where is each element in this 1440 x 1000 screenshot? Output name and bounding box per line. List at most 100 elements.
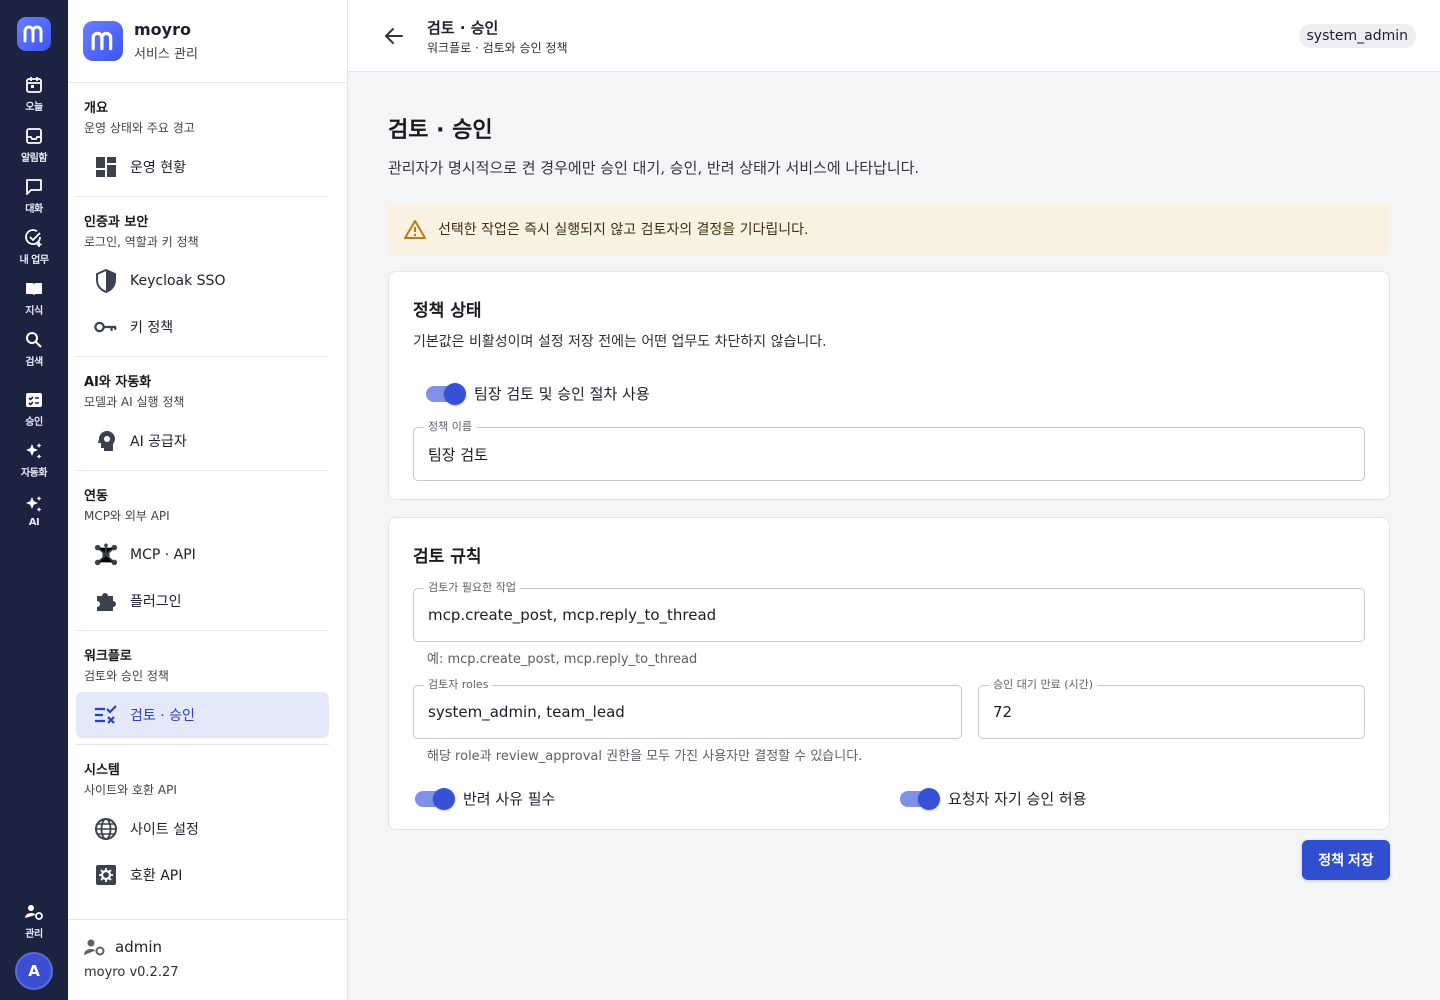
rail-item-admin[interactable]: 관리 <box>0 895 68 946</box>
sidebar-item-compat-api[interactable]: 호환 API <box>76 852 329 898</box>
sparkle-icon <box>26 442 42 459</box>
field-label: 정책 이름 <box>424 420 476 434</box>
rail-item-knowledge[interactable]: 지식 <box>0 272 68 323</box>
nav-section-auth: 인증과 보안 로그인, 역할과 키 정책 Keycloak SSO 키 정책 <box>76 197 329 357</box>
warning-alert-text: 선택한 작업은 즉시 실행되지 않고 검토자의 결정을 기다립니다. <box>438 222 809 238</box>
nav-section-desc: 운영 상태와 주요 경고 <box>84 121 195 135</box>
sidebar-item-site-settings[interactable]: 사이트 설정 <box>76 806 329 852</box>
task-check-icon <box>25 228 42 247</box>
field-hint: 예: mcp.create_post, mcp.reply_to_thread <box>427 652 698 667</box>
rail-item-today[interactable]: 오늘 <box>0 68 68 119</box>
nav-section-title: AI와 자동화 <box>84 375 152 390</box>
approval-icon <box>26 392 42 407</box>
self-approval-toggle[interactable]: 요청자 자기 승인 허용 <box>900 787 1087 810</box>
search-icon <box>26 331 42 348</box>
sidebar-item-mcp-api[interactable]: MCP · API <box>76 532 329 578</box>
shield-icon <box>94 269 118 293</box>
back-button[interactable] <box>382 24 406 48</box>
sidebar-item-label: AI 공급자 <box>130 434 187 450</box>
nav-section-title: 인증과 보안 <box>84 215 149 230</box>
card-description: 기본값은 비활성이며 설정 저장 전에는 어떤 업무도 차단하지 않습니다. <box>413 334 827 350</box>
rail-item-label: 알림함 <box>20 152 48 164</box>
nav-section-ai: AI와 자동화 모델과 AI 실행 정책 AI 공급자 <box>76 357 329 471</box>
policy-name-field[interactable]: 정책 이름 팀장 검토 <box>413 420 1365 481</box>
book-icon <box>26 282 42 296</box>
field-value: system_admin, team_lead <box>428 703 625 721</box>
globe-icon <box>94 817 118 841</box>
card-title: 정책 상태 <box>413 301 482 321</box>
sidebar-item-review-approval[interactable]: 검토 · 승인 <box>76 692 329 738</box>
admin-people-icon <box>84 939 105 956</box>
rail-item-approval[interactable]: 승인 <box>0 383 68 434</box>
settings-sidebar: moyro 서비스 관리 개요 운영 상태와 주요 경고 운영 현황 인증과 보… <box>68 0 348 1000</box>
inbox-icon <box>26 127 42 144</box>
rail-admin-label: 관리 <box>25 928 43 940</box>
ai-head-icon <box>94 429 118 453</box>
rail-item-label: 지식 <box>25 305 43 317</box>
field-value: 팀장 검토 <box>428 445 488 464</box>
nav-section-system: 시스템 사이트와 호환 API 사이트 설정 호환 API <box>76 745 329 904</box>
nav-section-title: 워크플로 <box>84 649 132 664</box>
warning-icon <box>404 220 426 239</box>
arrow-left-icon <box>385 28 403 44</box>
nav-section-desc: 사이트와 호환 API <box>84 783 177 797</box>
current-user[interactable]: admin <box>84 938 332 956</box>
avatar[interactable]: A <box>15 952 53 990</box>
sidebar-item-ai-provider[interactable]: AI 공급자 <box>76 418 329 464</box>
rail-item-chat[interactable]: 대화 <box>0 170 68 221</box>
review-actions-field[interactable]: 검토가 필요한 작업 mcp.create_post, mcp.reply_to… <box>413 581 1365 642</box>
key-icon <box>94 315 118 339</box>
save-policy-button[interactable]: 정책 저장 <box>1302 840 1390 880</box>
nav-section-title: 개요 <box>84 101 108 116</box>
sidebar-item-label: Keycloak SSO <box>130 273 226 289</box>
nav-section-desc: 모델과 AI 실행 정책 <box>84 395 185 409</box>
nav-section-title: 연동 <box>84 489 108 504</box>
rail-item-label: 자동화 <box>20 467 48 479</box>
rail-item-label: 승인 <box>25 416 43 428</box>
checklist-icon <box>94 703 118 727</box>
rail-item-automation[interactable]: 자동화 <box>0 434 68 485</box>
sidebar-item-operations[interactable]: 운영 현황 <box>76 144 329 190</box>
reviewer-roles-field[interactable]: 검토자 roles system_admin, team_lead <box>413 678 962 739</box>
nav-section-overview: 개요 운영 상태와 주요 경고 운영 현황 <box>76 83 329 197</box>
toggle-switch[interactable] <box>900 787 940 810</box>
sidebar-item-label: 검토 · 승인 <box>130 708 195 724</box>
rail-item-label: 검색 <box>25 356 43 368</box>
rail-item-ai[interactable]: AI <box>0 485 68 536</box>
warning-alert: 선택한 작업은 즉시 실행되지 않고 검토자의 결정을 기다립니다. <box>388 203 1390 255</box>
ai-sparkle-icon <box>26 495 42 512</box>
rail-item-search[interactable]: 검색 <box>0 323 68 374</box>
rail-item-inbox[interactable]: 알림함 <box>0 119 68 170</box>
field-label: 검토가 필요한 작업 <box>424 581 520 595</box>
enable-review-toggle[interactable]: 팀장 검토 및 승인 절차 사용 <box>426 382 1365 405</box>
sidebar-item-key-policy[interactable]: 키 정책 <box>76 304 329 350</box>
moyro-logo-icon[interactable] <box>17 17 51 51</box>
policy-status-card: 정책 상태 기본값은 비활성이며 설정 저장 전에는 어떤 업무도 차단하지 않… <box>388 271 1390 500</box>
nav-section-integration: 연동 MCP와 외부 API MCP · API 플러그인 <box>76 471 329 631</box>
field-hint: 해당 role과 review_approval 권한을 모두 가진 사용자만 … <box>427 749 863 764</box>
rail-item-label: 내 업무 <box>19 254 49 266</box>
rail-item-my-tasks[interactable]: 내 업무 <box>0 221 68 272</box>
toggle-switch[interactable] <box>415 787 455 810</box>
rail-item-label: 대화 <box>25 203 43 215</box>
reject-reason-toggle[interactable]: 반려 사유 필수 <box>415 787 900 810</box>
content-description: 관리자가 명시적으로 켠 경우에만 승인 대기, 승인, 반려 상태가 서비스에… <box>388 159 920 177</box>
nav-section-workflow: 워크플로 검토와 승인 정책 검토 · 승인 <box>76 631 329 745</box>
dashboard-icon <box>94 155 118 179</box>
content-title: 검토 · 승인 <box>388 118 493 143</box>
breadcrumb: 워크플로 · 검토와 승인 정책 <box>427 41 568 55</box>
approval-timeout-field[interactable]: 승인 대기 만료 (시간) 72 <box>978 678 1365 739</box>
app-version: moyro v0.2.27 <box>84 965 179 980</box>
nav-section-desc: 로그인, 역할과 키 정책 <box>84 235 199 249</box>
sidebar-item-plugins[interactable]: 플러그인 <box>76 578 329 624</box>
toggle-label: 팀장 검토 및 승인 절차 사용 <box>474 385 650 403</box>
field-label: 검토자 roles <box>424 678 493 692</box>
nav-section-desc: 검토와 승인 정책 <box>84 669 169 683</box>
sidebar-item-keycloak[interactable]: Keycloak SSO <box>76 258 329 304</box>
sidebar-footer: admin moyro v0.2.27 <box>68 919 347 1000</box>
admin-people-icon <box>25 904 43 920</box>
gear-box-icon <box>94 863 118 887</box>
sidebar-item-label: 호환 API <box>130 868 183 884</box>
sidebar-item-label: 키 정책 <box>130 320 174 336</box>
toggle-switch[interactable] <box>426 382 466 405</box>
